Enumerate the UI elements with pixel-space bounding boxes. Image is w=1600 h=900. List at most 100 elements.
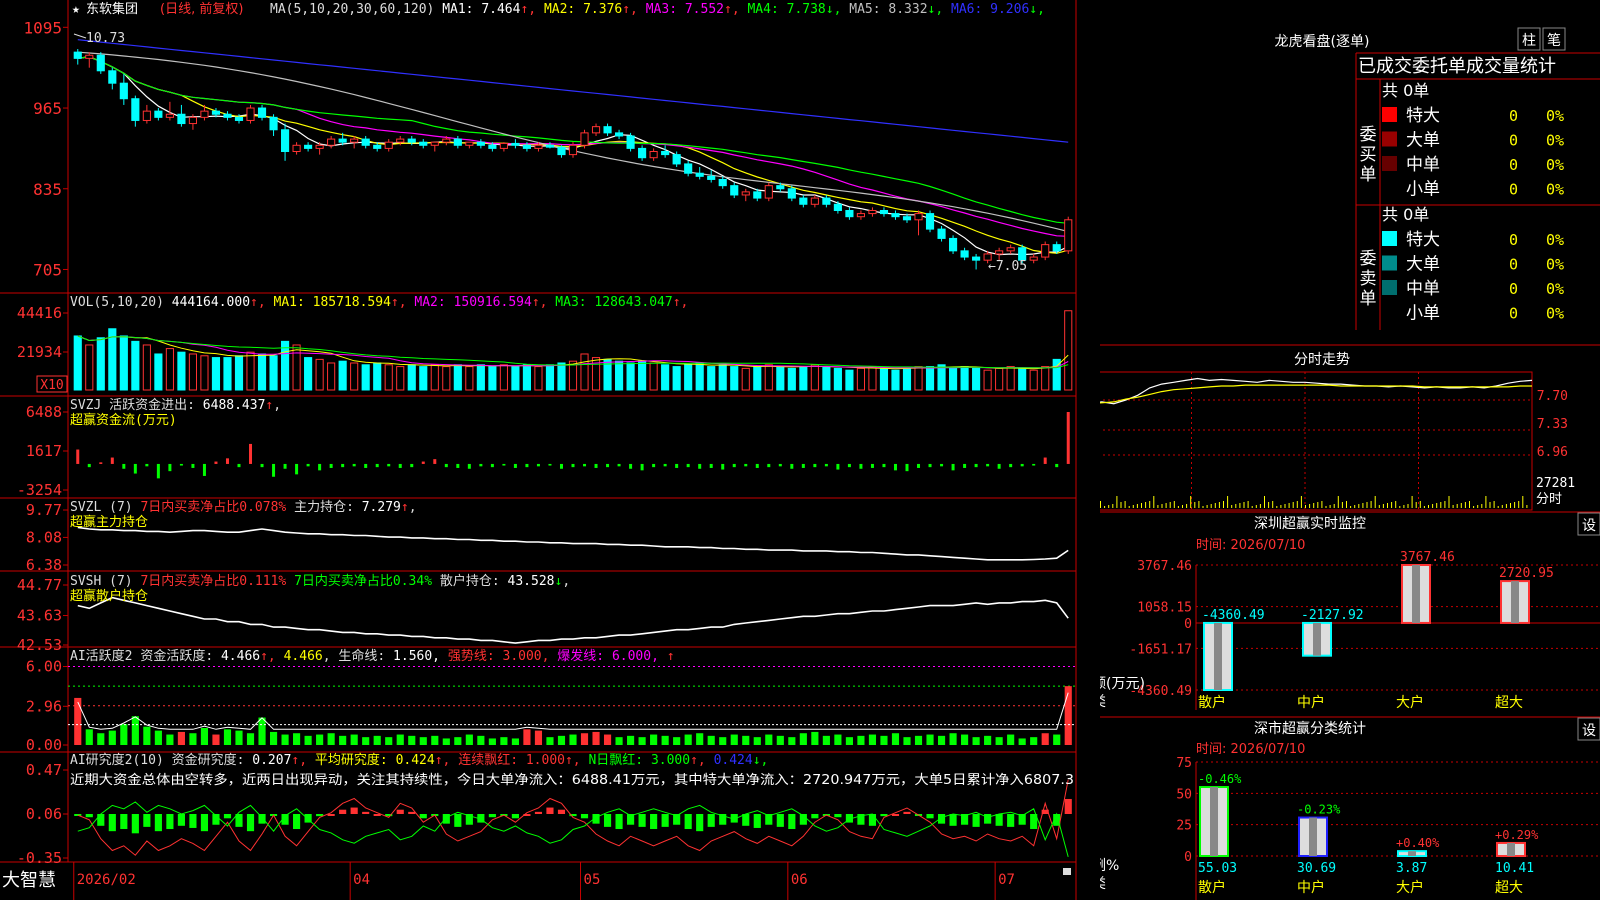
research-bar xyxy=(995,814,1003,826)
classify-title: 深市超赢分类统计 xyxy=(1254,720,1366,737)
fund-flow-bar xyxy=(479,463,483,467)
fund-flow-bar xyxy=(744,463,748,467)
research-bar xyxy=(189,814,197,828)
research-bar xyxy=(603,814,612,827)
buy-total: 共 0单 xyxy=(1382,81,1429,100)
fund-flow-bar xyxy=(99,462,103,464)
research-bar xyxy=(949,814,957,826)
candle-body xyxy=(257,107,267,118)
volume-bar xyxy=(211,357,221,391)
volume-bar xyxy=(522,364,532,391)
fund-flow-bar xyxy=(398,463,402,468)
fund-flow-bar xyxy=(490,463,494,468)
date-label: 05 xyxy=(584,872,601,888)
header-part: 7日内买卖净占比0.078% xyxy=(140,499,294,515)
volume-bar xyxy=(730,366,739,391)
candle-body xyxy=(361,138,370,146)
candle-body xyxy=(85,54,94,59)
fund-flow-bar xyxy=(467,463,471,469)
volume-bar xyxy=(626,362,635,391)
ai-research-header: AI研究度2(10) 资金研究度: 0.207↑, 平均研究度: 0.424↑,… xyxy=(70,752,768,768)
candle-body xyxy=(177,113,186,125)
activity-bar xyxy=(362,737,370,745)
activity-bar xyxy=(465,734,473,745)
fenshi-unit: 分时 xyxy=(1536,492,1562,507)
fund-flow-bar xyxy=(629,463,633,469)
research-bar xyxy=(293,814,301,830)
research-bar xyxy=(753,814,761,828)
buy-row-label: 小单 xyxy=(1406,180,1440,200)
monitor-category: 中户 xyxy=(1297,694,1325,711)
candle-body xyxy=(568,144,578,156)
candle-body xyxy=(741,191,750,196)
svsh-subtitle: 超赢散户持仓 xyxy=(70,588,148,604)
fund-flow-bar xyxy=(525,463,529,468)
volume-bar xyxy=(177,351,186,391)
activity-bar xyxy=(603,734,612,745)
volume-bar xyxy=(833,367,842,391)
volume-bar xyxy=(902,367,912,391)
volume-bar xyxy=(188,353,198,391)
volume-bar xyxy=(338,360,347,391)
candle-body xyxy=(810,197,819,205)
activity-bar xyxy=(845,737,853,745)
activity-bar xyxy=(419,737,427,745)
activity-bar xyxy=(580,733,589,745)
fund-flow-bar xyxy=(663,463,667,467)
activity-bar xyxy=(454,737,462,745)
research-bar xyxy=(316,814,324,817)
monitor-bar-value: 3767.46 xyxy=(1400,550,1455,565)
research-bar xyxy=(246,814,255,832)
fenshi-avg-line xyxy=(1100,384,1532,404)
header-part: 43.528 xyxy=(508,574,555,589)
monitor-category: 大户 xyxy=(1396,694,1424,711)
monitor-time: 时间: 2026/07/10 xyxy=(1196,538,1305,553)
research-bar xyxy=(776,814,784,827)
candle-body xyxy=(799,197,808,205)
candle-body xyxy=(142,110,151,121)
candle-body xyxy=(511,142,520,146)
volume-bar xyxy=(511,366,520,391)
svzj-subtitle: 超赢资金流(万元) xyxy=(70,412,177,428)
research-bar xyxy=(419,814,427,819)
ma-value-label: MA1: 185718.594 xyxy=(274,295,392,310)
activity-bar xyxy=(1007,734,1015,745)
fund-flow-bar xyxy=(272,463,276,477)
volume-header: VOL(5,10,20) 444164.000↑, MA1: 185718.59… xyxy=(70,295,688,310)
volume-bar xyxy=(638,360,647,391)
volume-bar xyxy=(672,366,681,391)
activity-bar xyxy=(269,731,278,745)
sell-row-value: 0 xyxy=(1509,256,1518,274)
date-label: 2026/02 xyxy=(77,872,136,888)
kline-chart-area[interactable]: 1095 965 835 705 10.73 ←7.05 ★ 东软集团 (日线, 前复权) MA(… xyxy=(0,0,1100,900)
research-bar xyxy=(200,814,209,832)
fenshi-volume-label: 27281 xyxy=(1536,476,1575,491)
header-part: ↑, xyxy=(250,295,273,310)
monitor-bar-value: 2720.95 xyxy=(1499,566,1554,581)
candle-body xyxy=(119,82,128,100)
volume-bar xyxy=(85,344,94,391)
fund-flow-bar xyxy=(801,463,805,468)
buy-row-value: 0 xyxy=(1509,156,1518,174)
header-part: ↓ xyxy=(555,574,563,589)
monitor-bar-shade xyxy=(1313,622,1321,656)
research-bar xyxy=(108,814,116,832)
candle-body xyxy=(879,209,889,215)
research-bar xyxy=(396,809,404,814)
activity-bar xyxy=(569,734,577,745)
candle-body xyxy=(764,185,773,199)
high-price-label: 10.73 xyxy=(86,31,125,46)
candle-body xyxy=(1041,244,1050,258)
classify-y-label: 50 xyxy=(1176,787,1192,802)
research-bar xyxy=(120,814,128,830)
activity-bar xyxy=(949,733,957,745)
fenshi-y-label: 7.33 xyxy=(1537,417,1568,432)
fund-flow-bar xyxy=(283,463,287,469)
candle-body xyxy=(292,144,301,152)
classify-category: 中户 xyxy=(1297,879,1325,896)
activity-bar xyxy=(914,735,923,745)
fund-flow-bar xyxy=(536,463,540,467)
activity-line xyxy=(77,692,1069,730)
classify-bar-value: 55.03 xyxy=(1198,861,1237,876)
activity-bar xyxy=(131,716,139,745)
